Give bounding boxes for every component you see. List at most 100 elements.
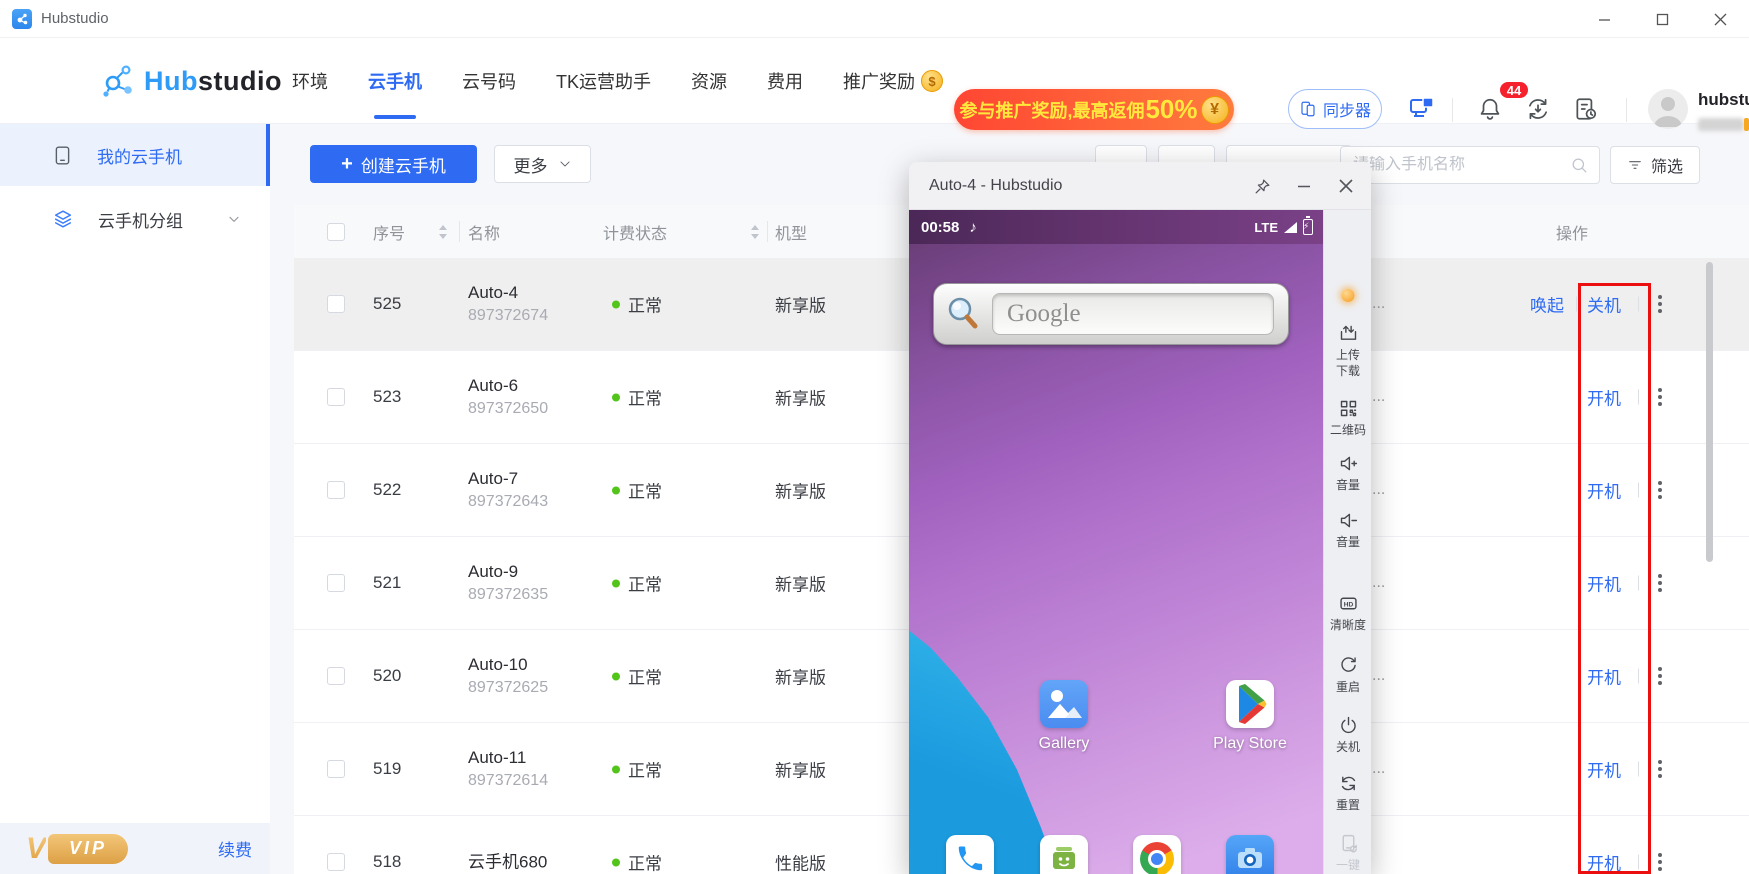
dock-phone[interactable] — [927, 835, 1013, 874]
nav-environment[interactable]: 环境 — [292, 38, 328, 124]
status-dot-icon — [612, 486, 620, 494]
row-checkbox[interactable] — [327, 574, 345, 592]
action-power-link[interactable]: 开机 — [1587, 571, 1621, 596]
renew-link[interactable]: 续费 — [218, 836, 252, 861]
table-scrollbar[interactable] — [1706, 262, 1713, 562]
phone-window-titlebar[interactable]: Auto-4 - Hubstudio — [909, 162, 1371, 210]
search-icon[interactable] — [1570, 156, 1589, 175]
row-more-menu-icon[interactable] — [1654, 570, 1666, 596]
nav-billing[interactable]: 费用 — [767, 38, 803, 124]
phone-screen[interactable]: 00:58 ♪ LTE Google — [909, 210, 1323, 874]
chevron-down-icon — [558, 157, 572, 171]
divider — [1626, 98, 1627, 122]
window-maximize-icon[interactable] — [1633, 0, 1691, 38]
row-more-menu-icon[interactable] — [1654, 663, 1666, 689]
cell-model: 新享版 — [775, 292, 826, 317]
app-play-store[interactable]: Play Store — [1207, 680, 1293, 753]
tool-qr-code[interactable]: 二维码 — [1324, 398, 1371, 438]
select-all-checkbox[interactable] — [327, 223, 345, 241]
search-input[interactable] — [1353, 156, 1570, 174]
tool-power[interactable]: 关机 — [1324, 715, 1371, 755]
vip-bar: V VIP 续费 — [0, 823, 270, 874]
nav-cloud-phone[interactable]: 云手机 — [368, 38, 422, 124]
tool-volume-up[interactable]: 音量 — [1324, 453, 1371, 493]
google-search-field[interactable]: Google — [992, 293, 1274, 335]
close-icon[interactable] — [1335, 175, 1357, 197]
cell-name: Auto-4897372674 — [468, 283, 548, 325]
svg-text:HD: HD — [1343, 601, 1353, 608]
phone-statusbar: 00:58 ♪ LTE — [909, 210, 1323, 244]
action-power-link[interactable]: 开机 — [1587, 757, 1621, 782]
cell-seq: 520 — [373, 666, 401, 686]
window-minimize-icon[interactable] — [1575, 0, 1633, 38]
col-billing[interactable]: 计费状态 — [603, 205, 667, 258]
row-checkbox[interactable] — [327, 760, 345, 778]
user-avatar[interactable] — [1648, 89, 1688, 129]
username-label: hubstu — [1698, 90, 1749, 110]
cell-model: 新享版 — [775, 385, 826, 410]
row-checkbox[interactable] — [327, 481, 345, 499]
tool-upload-download[interactable]: 上传 下载 — [1324, 323, 1371, 379]
minimize-icon[interactable] — [1293, 175, 1315, 197]
row-checkbox[interactable] — [327, 295, 345, 313]
sidebar-item-phone-groups[interactable]: 云手机分组 — [0, 190, 270, 248]
promo-banner-text: 参与推广奖励,最高返佣 — [959, 97, 1144, 123]
google-search-widget[interactable]: Google — [933, 283, 1289, 345]
dock-chrome[interactable] — [1114, 835, 1200, 874]
log-history-icon[interactable] — [1572, 95, 1600, 123]
tool-restart[interactable]: 重启 — [1324, 655, 1371, 695]
create-cloud-phone-button[interactable]: + 创建云手机 — [310, 145, 477, 183]
nav-resources[interactable]: 资源 — [691, 38, 727, 124]
filter-button[interactable]: 筛选 — [1610, 146, 1700, 184]
vip-badge: VIP — [48, 834, 128, 864]
nav-tk-assistant[interactable]: TK运营助手 — [556, 38, 651, 124]
col-seq[interactable]: 序号 — [373, 205, 405, 258]
tool-label: 二维码 — [1330, 422, 1366, 438]
sort-icon[interactable] — [750, 225, 760, 239]
vip-mini-icon — [1744, 118, 1749, 131]
row-more-menu-icon[interactable] — [1654, 384, 1666, 410]
phone-search — [1340, 146, 1600, 184]
tool-volume-down[interactable]: 音量 — [1324, 510, 1371, 550]
row-more-menu-icon[interactable] — [1654, 849, 1666, 874]
nav-cloud-number[interactable]: 云号码 — [462, 38, 516, 124]
multi-device-icon[interactable] — [1408, 95, 1436, 123]
notification-bell-icon[interactable] — [1476, 95, 1504, 123]
action-wake-link[interactable]: 唤起 — [1530, 292, 1564, 317]
promo-banner[interactable]: 参与推广奖励,最高返佣50%¥ — [954, 89, 1234, 130]
app-logo-icon — [12, 9, 32, 29]
action-power-link[interactable]: 关机 — [1587, 292, 1621, 317]
row-checkbox[interactable] — [327, 667, 345, 685]
row-more-menu-icon[interactable] — [1654, 756, 1666, 782]
cell-device-id: 897372643 — [468, 493, 548, 511]
app-label: Play Store — [1207, 735, 1293, 753]
app-root: { "colors": { "accent_blue": "#2e6bf2", … — [0, 0, 1749, 874]
row-checkbox[interactable] — [327, 853, 345, 871]
sort-icon[interactable] — [438, 225, 448, 239]
tool-hd[interactable]: HD清晰度 — [1324, 593, 1371, 633]
row-more-menu-icon[interactable] — [1654, 477, 1666, 503]
action-power-link[interactable]: 开机 — [1587, 478, 1621, 503]
phone-wallpaper: Google Gallery — [909, 244, 1323, 874]
action-power-link[interactable]: 开机 — [1587, 664, 1621, 689]
divider — [1638, 669, 1639, 684]
sidebar-item-my-cloud-phones[interactable]: 我的云手机 — [0, 124, 270, 186]
window-close-icon[interactable] — [1691, 0, 1749, 38]
tool-reset[interactable]: 重置 — [1324, 773, 1371, 813]
more-button[interactable]: 更多 — [494, 145, 591, 183]
dock-camera[interactable] — [1207, 835, 1293, 874]
data-sync-icon[interactable] — [1524, 95, 1552, 123]
dock-messages[interactable] — [1021, 835, 1107, 874]
synchronizer-button[interactable]: 同步器 — [1288, 89, 1382, 129]
row-more-menu-icon[interactable] — [1654, 291, 1666, 317]
app-label: Gallery — [1021, 735, 1107, 753]
row-checkbox[interactable] — [327, 388, 345, 406]
action-power-link[interactable]: 开机 — [1587, 850, 1621, 874]
pin-icon[interactable] — [1251, 175, 1273, 197]
action-power-link[interactable]: 开机 — [1587, 385, 1621, 410]
app-gallery[interactable]: Gallery — [1021, 680, 1107, 753]
logo-hub: Hub — [144, 66, 198, 96]
nav-promotion[interactable]: 推广奖励$ — [843, 38, 943, 124]
status-dot-icon — [612, 672, 620, 680]
cell-name: Auto-7897372643 — [468, 469, 548, 511]
